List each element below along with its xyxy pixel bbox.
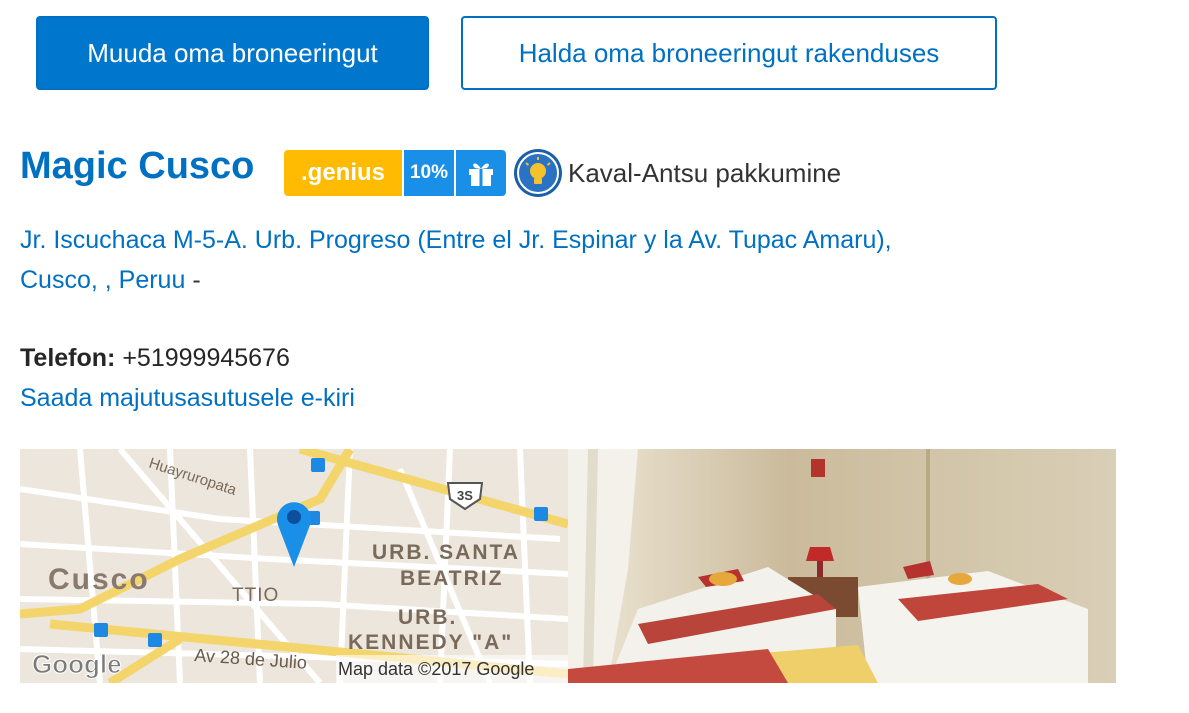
route-label: 3S	[457, 488, 473, 503]
phone-label: Telefon:	[20, 344, 116, 372]
lightbulb-icon	[514, 149, 562, 197]
map-graphic: 3S Huayruropata Cusco TTIO URB. SANTA BE…	[20, 449, 568, 683]
address-suffix: -	[192, 266, 201, 294]
map-label-cusco: Cusco	[48, 563, 150, 596]
genius-badge: .genius	[284, 150, 402, 196]
email-property-link[interactable]: Saada majutusasutusele e-kiri	[20, 378, 355, 418]
offer-label: Kaval-Antsu pakkumine	[568, 157, 842, 188]
room-photo-graphic	[568, 449, 1116, 683]
map-label-santa-2: BEATRIZ	[400, 567, 503, 590]
manage-in-app-button[interactable]: Halda oma broneeringut rakenduses	[461, 16, 997, 90]
hotel-address: Jr. Iscuchaca M-5-A. Urb. Progreso (Entr…	[20, 220, 1120, 300]
property-photo[interactable]	[568, 449, 1116, 683]
map-label-kennedy-2: KENNEDY "A"	[348, 631, 513, 654]
map-label-santa-1: URB. SANTA	[372, 541, 520, 564]
map-label-ttio: TTIO	[232, 585, 279, 606]
hotel-name[interactable]: Magic Cusco	[20, 145, 254, 188]
badge-row: .genius 10% Kaval-Antsu pakkumine	[284, 149, 842, 197]
google-logo: Google	[32, 649, 122, 679]
map-attribution: Map data ©2017 Google	[338, 659, 534, 679]
discount-badge: 10%	[404, 150, 454, 196]
gift-icon	[456, 150, 506, 196]
address-line-2[interactable]: Cusco, , Peruu	[20, 266, 185, 294]
phone-row: Telefon: +51999945676	[20, 338, 290, 378]
change-booking-button[interactable]: Muuda oma broneeringut	[36, 16, 429, 90]
phone-number: +51999945676	[122, 344, 290, 372]
map-label-kennedy-1: URB.	[398, 606, 457, 629]
address-line-1[interactable]: Jr. Iscuchaca M-5-A. Urb. Progreso (Entr…	[20, 226, 892, 254]
map-thumbnail[interactable]: 3S Huayruropata Cusco TTIO URB. SANTA BE…	[20, 449, 568, 683]
